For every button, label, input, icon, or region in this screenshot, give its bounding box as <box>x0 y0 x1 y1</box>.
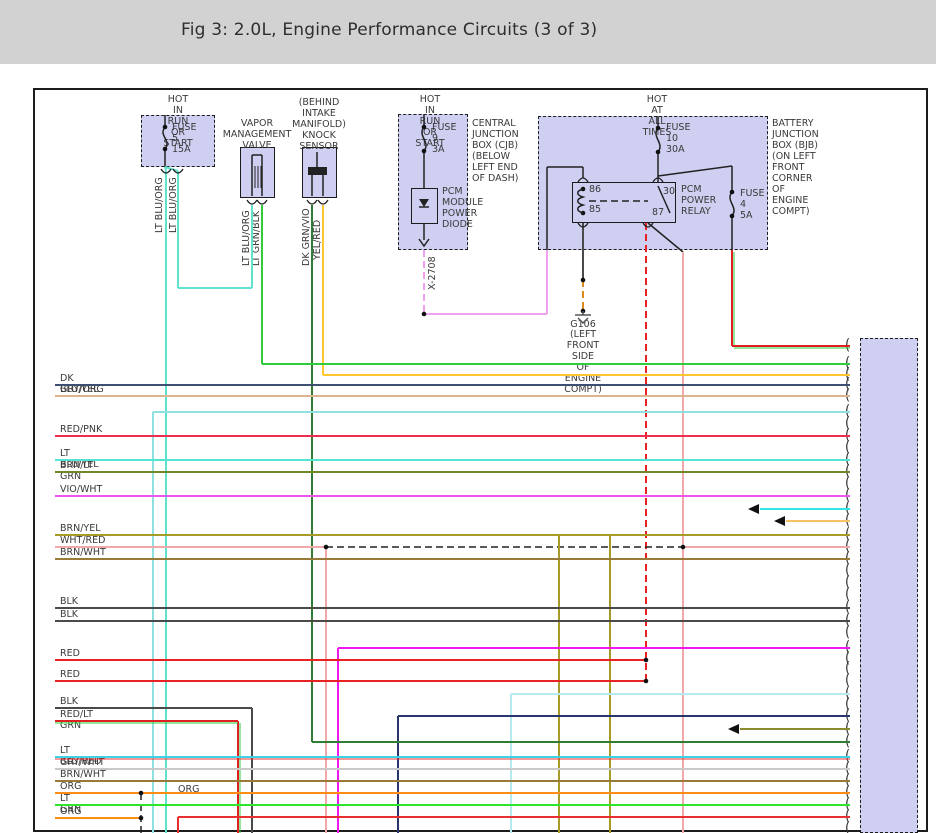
wiring-diagram-page: Fig 3: 2.0L, Engine Performance Circuits… <box>0 0 936 833</box>
junction-dot <box>422 312 427 317</box>
junction-dot <box>681 545 686 550</box>
ground-symbol <box>575 311 591 323</box>
connector-bump <box>307 200 317 204</box>
wire-segment <box>658 186 670 213</box>
fuse-symbol <box>730 192 734 216</box>
diode-symbol <box>419 199 429 207</box>
junction-dot <box>422 125 427 130</box>
junction-dot <box>163 147 168 152</box>
junction-dot <box>730 214 735 219</box>
connector-bump <box>247 200 257 204</box>
junction-dot <box>422 149 427 154</box>
junction-dot <box>656 126 661 131</box>
fuse-symbol <box>163 127 167 149</box>
connector-bump <box>257 200 267 204</box>
junction-dot <box>581 278 586 283</box>
offpage-arrow-icon <box>748 504 759 514</box>
offpage-arrow-icon <box>728 724 739 734</box>
wires-layer <box>0 0 936 833</box>
junction-dot <box>139 816 144 821</box>
knock-sensor-element <box>308 167 327 175</box>
junction-dot <box>644 679 649 684</box>
exit-arrow-icon <box>419 239 429 246</box>
offpage-arrow-icon <box>774 516 785 526</box>
connector-bump <box>318 200 328 204</box>
fuse-symbol <box>422 127 426 151</box>
junction-dot <box>730 190 735 195</box>
wire-segment <box>165 167 178 171</box>
connector-bump <box>578 178 588 182</box>
fuse-symbol <box>656 128 660 152</box>
junction-dot <box>644 658 649 663</box>
junction-dot <box>163 125 168 130</box>
relay-coil-symbol <box>578 189 583 213</box>
junction-dot <box>139 791 144 796</box>
wire-segment <box>648 223 683 252</box>
junction-dot <box>324 545 329 550</box>
wire-segment <box>658 166 732 176</box>
junction-dot <box>656 150 661 155</box>
